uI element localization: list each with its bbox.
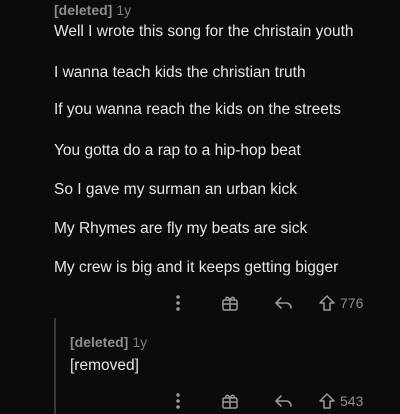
- comment-text-line: I wanna teach kids the christian truth: [54, 64, 306, 81]
- reply-icon[interactable]: [272, 390, 296, 412]
- comment-meta: [deleted] 1y: [70, 334, 147, 350]
- upvote-icon[interactable]: [318, 392, 336, 410]
- vote-count: 543: [340, 393, 364, 409]
- award-icon[interactable]: [218, 292, 242, 314]
- comment-text-line: Well I wrote this song for the christain…: [54, 23, 354, 40]
- comment-text-line: You gotta do a rap to a hip-hop beat: [54, 142, 301, 159]
- comment-meta: [deleted] 1y: [54, 2, 131, 18]
- comment-text-line: If you wanna reach the kids on the stree…: [54, 101, 341, 118]
- award-icon[interactable]: [218, 390, 242, 412]
- more-options-icon[interactable]: [170, 390, 186, 412]
- comment-actions: 543: [0, 390, 400, 412]
- upvote-control: 543: [318, 390, 388, 412]
- comment-actions: 776: [0, 292, 400, 314]
- upvote-control: 776: [318, 292, 388, 314]
- reply-icon[interactable]: [272, 292, 296, 314]
- comment-author[interactable]: [deleted]: [70, 334, 128, 350]
- comment-text-line: My Rhymes are fly my beats are sick: [54, 220, 308, 237]
- vote-count: 776: [340, 295, 364, 311]
- comment-text-line: [removed]: [70, 357, 139, 374]
- comment-age: 1y: [132, 334, 148, 350]
- comment-age: 1y: [116, 2, 132, 18]
- upvote-icon[interactable]: [318, 294, 336, 312]
- more-options-icon[interactable]: [170, 292, 186, 314]
- comment-text-line: My crew is big and it keeps getting bigg…: [54, 259, 339, 276]
- comment-author[interactable]: [deleted]: [54, 2, 112, 18]
- comment-text-line: So I gave my surman an urban kick: [54, 181, 297, 198]
